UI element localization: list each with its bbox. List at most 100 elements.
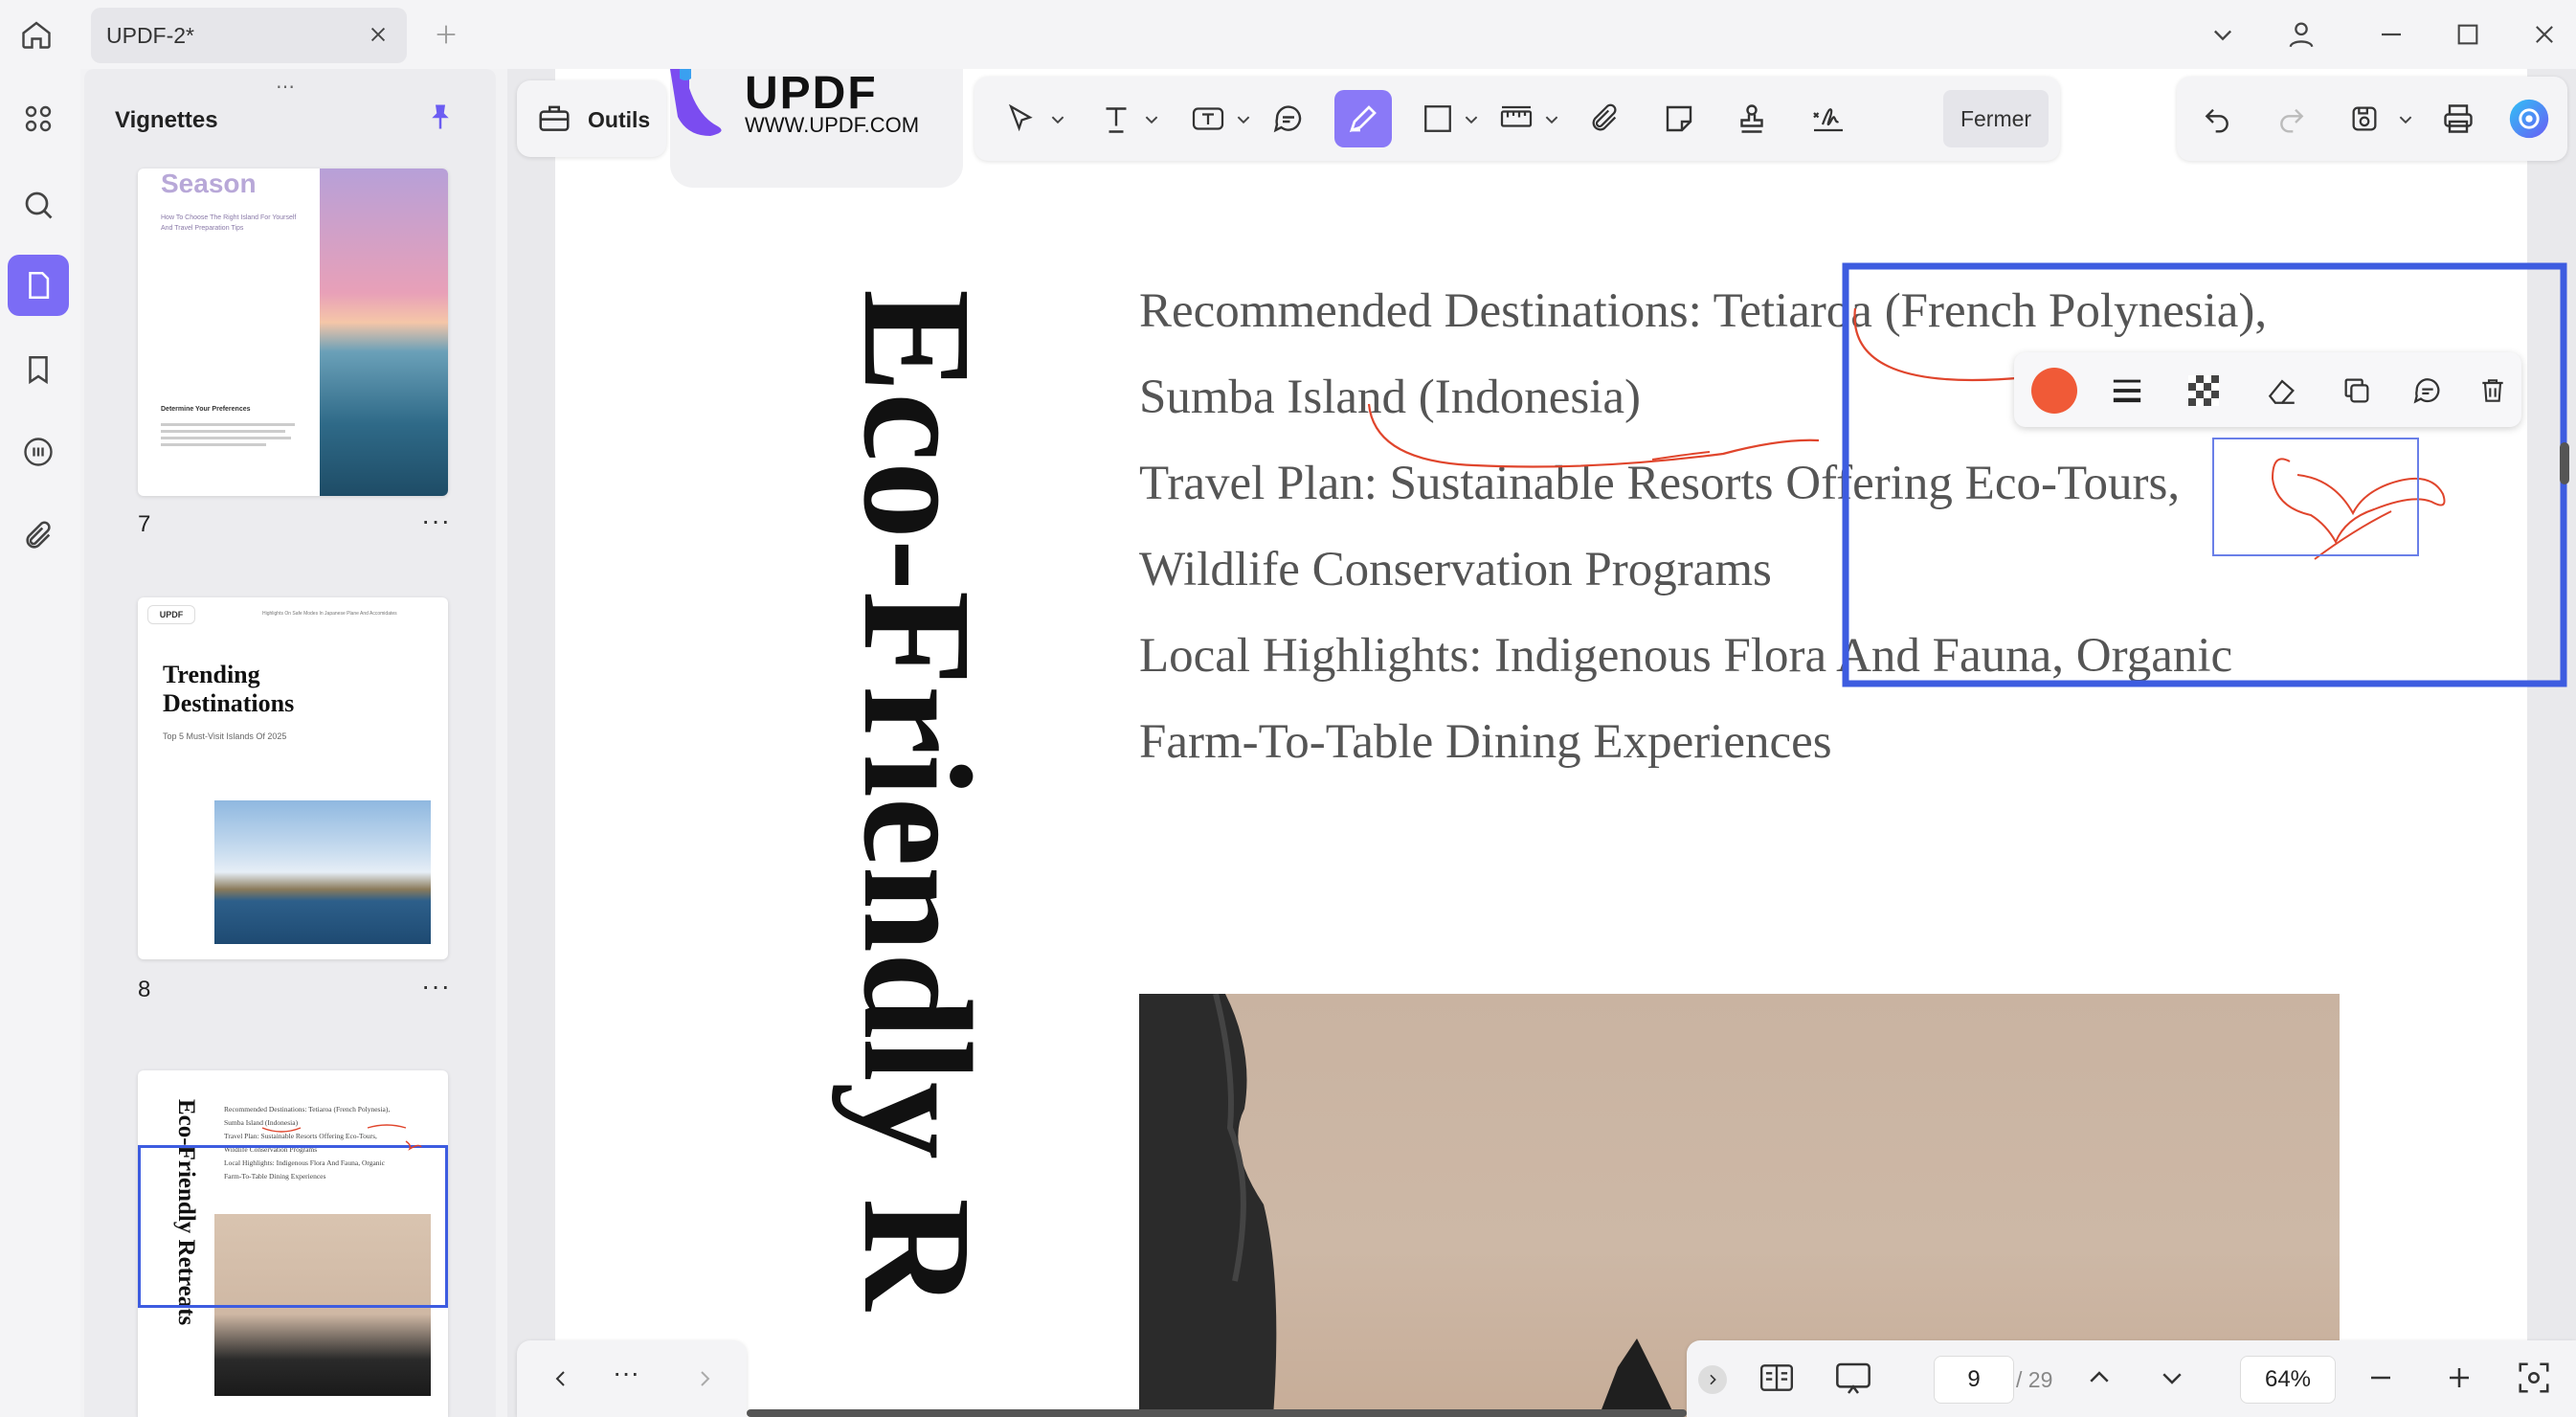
chevron-down-icon [1051,116,1064,124]
page-total: / 29 [2016,1367,2053,1392]
logo-text: UPDF [745,68,878,119]
thumbnail-page-8[interactable]: UPDF Highlights On Safe Modes In Japanes… [138,597,448,959]
presentation-icon[interactable] [1832,1360,1874,1403]
zoom-level[interactable]: 64% [2240,1356,2336,1404]
thumbnails-icon[interactable] [8,255,69,316]
close-tool-button[interactable]: Fermer [1943,90,2049,147]
horizontal-scrollbar[interactable] [747,1409,1687,1417]
chevron-right-icon[interactable] [687,1361,722,1396]
ink-annotations[interactable] [507,69,2576,1417]
maximize-icon[interactable] [2447,13,2489,56]
signature-tool-icon[interactable] [1800,90,1857,147]
more-icon[interactable]: ··· [421,971,451,1001]
fit-page-icon[interactable] [2516,1360,2552,1401]
thumbnail-panel: ⋯ Vignettes Season How To Choose The Rig… [84,69,496,1417]
print-icon[interactable] [2430,90,2487,147]
thumb-body-lines [161,419,304,450]
bookmark-icon[interactable] [8,339,69,400]
user-icon[interactable] [2280,13,2322,56]
vertical-scrollbar[interactable] [2560,442,2569,484]
chevron-down-icon [1145,116,1158,124]
chevron-up-icon[interactable] [2085,1363,2114,1397]
redo-icon[interactable] [2263,90,2320,147]
attach-tool-icon[interactable] [1576,90,1633,147]
eraser-icon[interactable] [2261,370,2303,412]
chevron-down-icon [2399,116,2412,124]
document-tab[interactable]: UPDF-2* [91,8,407,63]
search-icon[interactable] [8,174,69,236]
chevron-down-icon [1545,116,1558,124]
zoom-out-icon[interactable] [2366,1363,2395,1397]
close-icon[interactable] [363,19,393,50]
sticky-note-tool-icon[interactable] [1650,90,1708,147]
panel-title: Vignettes [115,107,218,133]
minimize-icon[interactable] [2370,13,2412,56]
annotation-popup-toolbar [2014,352,2521,427]
more-icon[interactable]: ··· [613,1358,639,1388]
more-icon[interactable]: ··· [421,506,451,536]
thumb-annotations [261,1124,422,1151]
zoom-in-icon[interactable] [2445,1363,2474,1397]
thumb-subtitle: Top 5 Must-Visit Islands Of 2025 [163,731,287,741]
window-close-icon[interactable] [2523,13,2565,56]
thumb-subtitle: How To Choose The Right Island For Yours… [161,214,297,232]
chevron-down-icon[interactable] [2202,13,2244,56]
page-nav-right: 9 / 29 64% [1687,1340,2576,1417]
thumb-number: 7 [138,511,151,537]
updf-logo: UPDF WWW.UPDF.COM [670,68,963,188]
expand-icon[interactable] [1698,1365,1727,1394]
updf-logo-icon [670,69,722,136]
drag-handle-icon[interactable]: ⋯ [276,75,297,99]
thumbnail-page-7[interactable]: Season How To Choose The Right Island Fo… [138,169,448,496]
thumb-title-2: Destinations [163,689,295,717]
comment-tool-icon[interactable] [1260,90,1317,147]
save-icon[interactable] [2336,90,2393,147]
comment-icon[interactable] [2407,370,2449,412]
color-picker-button[interactable] [2031,368,2077,414]
ai-assistant-icon[interactable] [2500,90,2558,147]
logo-url: WWW.UPDF.COM [745,113,920,137]
rectangle-tool-icon[interactable] [1409,90,1467,147]
page-nav-left: ··· [517,1340,747,1417]
document-viewport[interactable]: Eco-Friendly R Recommended Destinations:… [507,69,2576,1417]
sunset-image [320,169,448,496]
page-layout-icon[interactable] [1758,1360,1796,1401]
select-tool-icon[interactable] [992,90,1049,147]
page-number-input[interactable]: 9 [1934,1356,2014,1404]
thumb-season: Season [161,169,257,198]
thumb-brand: UPDF [147,605,195,624]
comments-icon[interactable] [8,421,69,483]
attachment-icon[interactable] [8,506,69,567]
opacity-icon[interactable] [2183,370,2225,412]
island-image [214,800,431,944]
outils-label: Outils [588,107,651,132]
stamp-tool-icon[interactable] [1723,90,1781,147]
annotation-toolbar: Fermer [974,77,2060,161]
pin-icon[interactable] [421,98,459,136]
toolbox-icon [536,100,572,141]
right-toolbar [2177,77,2567,161]
chevron-left-icon[interactable] [544,1361,578,1396]
thumb-title-1: Trending [163,661,260,688]
textbox-tool-icon[interactable] [1179,90,1237,147]
thumb-header: Highlights On Safe Modes In Japanese Pla… [262,611,397,617]
stroke-width-icon[interactable] [2106,370,2148,412]
new-tab-icon[interactable] [425,13,467,56]
thumb-section: Determine Your Preferences [161,406,251,413]
home-icon[interactable] [15,13,57,56]
measure-tool-icon[interactable] [1488,90,1545,147]
thumb-number: 8 [138,977,151,1002]
copy-icon[interactable] [2336,370,2378,412]
tools-menu-button[interactable]: Outils [517,80,666,157]
chevron-down-icon [1465,116,1478,124]
thumbnail-page-9[interactable]: Eco-Friendly Retreats Recommended Destin… [138,1070,448,1417]
trash-icon[interactable] [2472,370,2514,412]
title-bar: UPDF-2* [0,0,2576,69]
chevron-down-icon[interactable] [2158,1363,2186,1397]
pencil-tool-icon[interactable] [1334,90,1392,147]
chevron-down-icon [1237,116,1250,124]
apps-icon[interactable] [8,88,69,149]
left-rail [0,69,80,1417]
undo-icon[interactable] [2188,90,2246,147]
text-tool-icon[interactable] [1087,90,1145,147]
